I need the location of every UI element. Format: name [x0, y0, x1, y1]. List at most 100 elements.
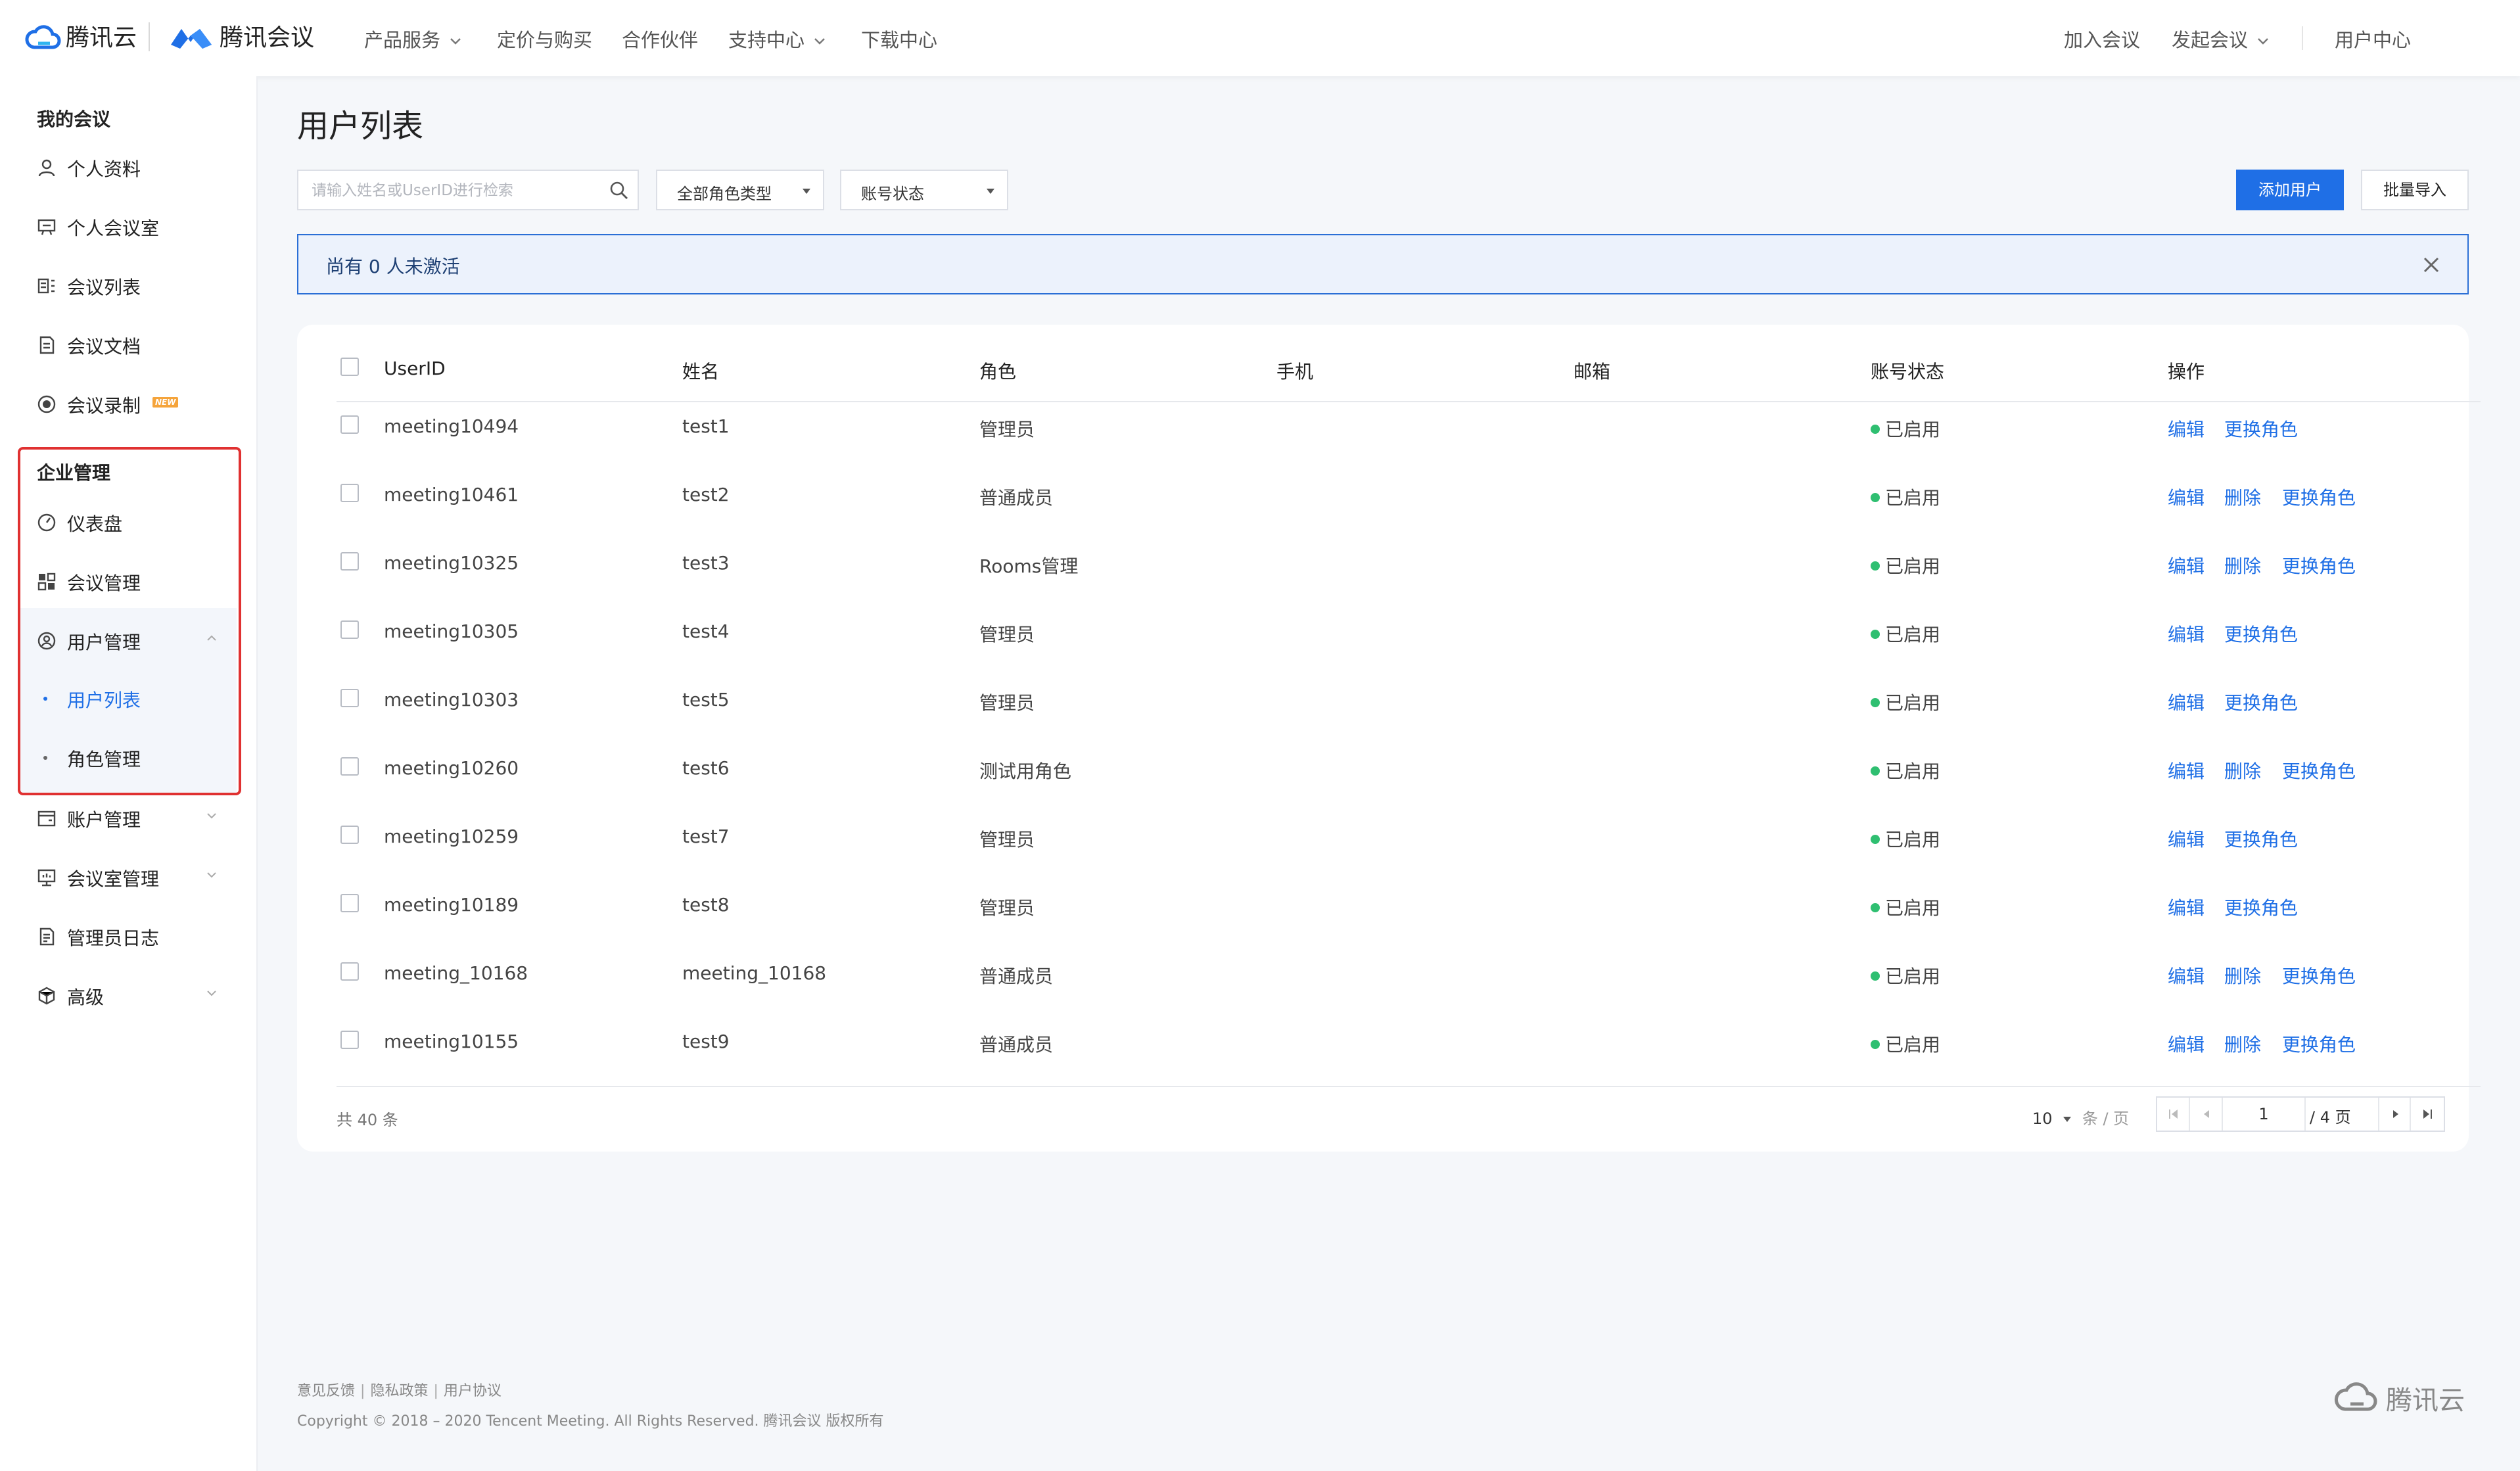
cell-role: 管理员 — [979, 419, 1035, 440]
delete-link[interactable]: 删除 — [2224, 552, 2261, 578]
row-checkbox[interactable] — [340, 826, 359, 844]
sidebar-item-advanced[interactable]: 高级 — [37, 978, 227, 1011]
status-dot-icon — [1871, 971, 1880, 981]
sidebar-item-account-mgmt[interactable]: 账户管理 — [37, 801, 227, 833]
nav-product-services[interactable]: 产品服务 — [364, 25, 461, 53]
total-count: 共 40 条 — [337, 1111, 398, 1129]
edit-link[interactable]: 编辑 — [2168, 962, 2205, 989]
cell-status: 已启用 — [1871, 962, 1940, 989]
change-role-link[interactable]: 更换角色 — [2282, 484, 2356, 510]
user-agreement-link[interactable]: 用户协议 — [444, 1383, 502, 1399]
change-role-link[interactable]: 更换角色 — [2282, 552, 2356, 578]
change-role-link[interactable]: 更换角色 — [2224, 620, 2298, 647]
cell-name: test7 — [682, 826, 730, 847]
select-all-checkbox[interactable] — [340, 358, 359, 376]
chevron-down-icon — [206, 990, 217, 996]
search-input[interactable] — [310, 177, 602, 204]
edit-link[interactable]: 编辑 — [2168, 894, 2205, 920]
footer-links: 意见反馈 | 隐私政策 | 用户协议 — [297, 1383, 502, 1399]
sidebar-item-meeting-list[interactable]: 会议列表 — [37, 268, 227, 301]
start-meeting-menu[interactable]: 发起会议 — [2172, 25, 2269, 53]
close-icon[interactable] — [2421, 255, 2441, 275]
cell-status: 已启用 — [1871, 620, 1940, 647]
page-number-input[interactable] — [2223, 1098, 2306, 1131]
change-role-link[interactable]: 更换角色 — [2224, 826, 2298, 852]
change-role-link[interactable]: 更换角色 — [2224, 894, 2298, 920]
user-center-link[interactable]: 用户中心 — [2335, 25, 2411, 53]
prev-page-icon[interactable] — [2190, 1098, 2223, 1131]
batch-import-button[interactable]: 批量导入 — [2361, 170, 2469, 210]
change-role-link[interactable]: 更换角色 — [2282, 1031, 2356, 1057]
row-checkbox[interactable] — [340, 689, 359, 707]
row-checkbox[interactable] — [340, 757, 359, 776]
edit-link[interactable]: 编辑 — [2168, 415, 2205, 442]
status-label: 已启用 — [1885, 692, 1941, 714]
feedback-link[interactable]: 意见反馈 — [297, 1383, 355, 1399]
row-checkbox[interactable] — [340, 1031, 359, 1049]
sidebar-item-recordings[interactable]: 会议录制 NEW — [37, 386, 227, 419]
account-status-select[interactable]: 账号状态 — [840, 170, 1008, 210]
nav-divider — [2302, 26, 2303, 50]
tencent-meeting-brand[interactable]: 腾讯会议 — [220, 18, 314, 53]
last-page-icon[interactable] — [2411, 1098, 2444, 1131]
header-divider — [337, 401, 2481, 402]
page-size-select[interactable]: 10 条 / 页 — [2032, 1106, 2129, 1129]
cell-name: test8 — [682, 894, 730, 916]
sidebar-item-admin-log[interactable]: 管理员日志 — [37, 919, 227, 952]
join-meeting-link[interactable]: 加入会议 — [2064, 25, 2140, 53]
privacy-link[interactable]: 隐私政策 — [370, 1383, 428, 1399]
tencent-meeting-logo-icon[interactable] — [168, 22, 214, 53]
caret-down-icon — [2063, 1116, 2072, 1123]
cell-userid: meeting10494 — [384, 415, 519, 437]
nav-support-center[interactable]: 支持中心 — [728, 25, 826, 53]
status-label: 已启用 — [1885, 419, 1941, 440]
row-checkbox[interactable] — [340, 552, 359, 571]
nav-pricing[interactable]: 定价与购买 — [497, 25, 592, 53]
edit-link[interactable]: 编辑 — [2168, 620, 2205, 647]
edit-link[interactable]: 编辑 — [2168, 1031, 2205, 1057]
cell-status: 已启用 — [1871, 757, 1940, 783]
table-row: meeting10189 test8 管理员 已启用 编辑 更换角色 — [297, 894, 2469, 962]
nav-download-center[interactable]: 下载中心 — [861, 25, 937, 53]
row-checkbox[interactable] — [340, 894, 359, 912]
role-type-select[interactable]: 全部角色类型 — [656, 170, 824, 210]
edit-link[interactable]: 编辑 — [2168, 757, 2205, 783]
caret-down-icon — [986, 188, 995, 195]
edit-link[interactable]: 编辑 — [2168, 552, 2205, 578]
edit-link[interactable]: 编辑 — [2168, 689, 2205, 715]
delete-link[interactable]: 删除 — [2224, 1031, 2261, 1057]
search-icon[interactable] — [609, 180, 630, 201]
row-checkbox[interactable] — [340, 484, 359, 502]
status-label: 已启用 — [1885, 487, 1941, 509]
sidebar-item-personal-room[interactable]: 个人会议室 — [37, 209, 227, 242]
delete-link[interactable]: 删除 — [2224, 757, 2261, 783]
cell-userid: meeting10325 — [384, 552, 519, 574]
first-page-icon[interactable] — [2157, 1098, 2190, 1131]
row-checkbox[interactable] — [340, 620, 359, 639]
cell-status: 已启用 — [1871, 415, 1940, 442]
tencent-cloud-brand[interactable]: 腾讯云 — [66, 18, 137, 53]
edit-link[interactable]: 编辑 — [2168, 826, 2205, 852]
column-header-email: 邮箱 — [1574, 361, 1611, 383]
delete-link[interactable]: 删除 — [2224, 962, 2261, 989]
change-role-link[interactable]: 更换角色 — [2224, 415, 2298, 442]
cell-userid: meeting10155 — [384, 1031, 519, 1052]
row-checkbox[interactable] — [340, 962, 359, 981]
add-user-button[interactable]: 添加用户 — [2236, 170, 2344, 210]
sidebar-item-profile[interactable]: 个人资料 — [37, 150, 227, 183]
next-page-icon[interactable] — [2378, 1098, 2411, 1131]
sidebar-item-room-mgmt[interactable]: 会议室管理 — [37, 860, 227, 893]
sidebar-item-meeting-docs[interactable]: 会议文档 — [37, 327, 227, 360]
edit-link[interactable]: 编辑 — [2168, 484, 2205, 510]
nav-partners[interactable]: 合作伙伴 — [622, 25, 698, 53]
status-label: 已启用 — [1885, 1034, 1941, 1056]
change-role-link[interactable]: 更换角色 — [2224, 689, 2298, 715]
search-box[interactable] — [297, 170, 639, 210]
row-checkbox[interactable] — [340, 415, 359, 434]
wallet-icon — [37, 808, 57, 828]
delete-link[interactable]: 删除 — [2224, 484, 2261, 510]
change-role-link[interactable]: 更换角色 — [2282, 757, 2356, 783]
cell-userid: meeting_10168 — [384, 962, 528, 984]
tencent-cloud-logo-icon[interactable] — [24, 24, 62, 51]
change-role-link[interactable]: 更换角色 — [2282, 962, 2356, 989]
